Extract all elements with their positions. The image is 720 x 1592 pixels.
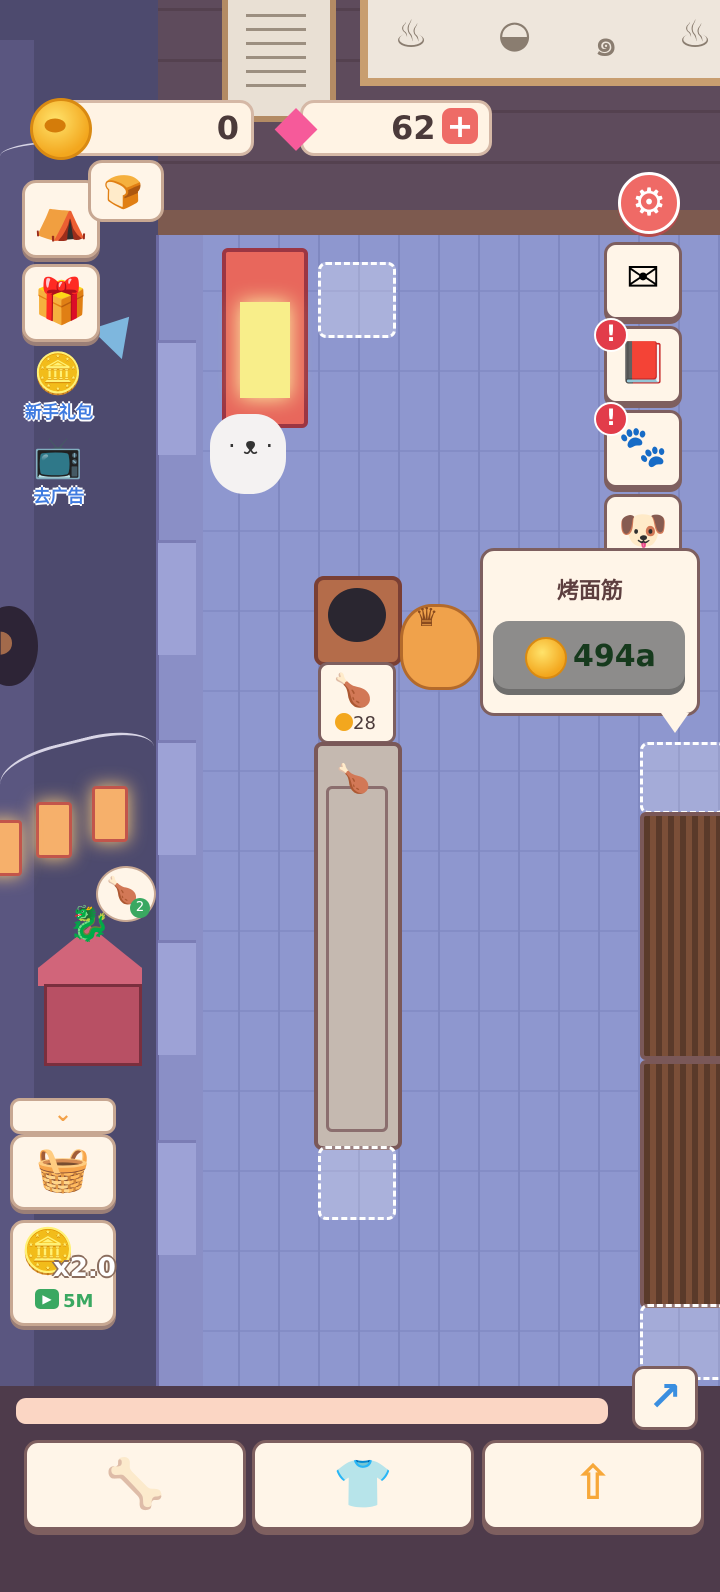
empty-build-slot[interactable]: [640, 742, 720, 814]
upgrade-button[interactable]: ⇧: [482, 1440, 704, 1530]
gift-icon: 🎁: [33, 276, 89, 327]
counter-tray: [326, 786, 388, 1132]
order-count-badge: 2: [130, 898, 150, 918]
bone-icon: 🦴: [105, 1456, 165, 1512]
dish-price-button[interactable]: 494a: [493, 621, 685, 695]
banner-steam-icon: ♨: [678, 12, 713, 56]
grill-station[interactable]: [640, 1060, 720, 1308]
coin-value: 0: [216, 109, 239, 147]
dish-name: 烤面筋: [556, 579, 623, 604]
customer-dog[interactable]: · ᴥ ·: [210, 414, 286, 494]
street-lamp: [92, 786, 128, 842]
roast-dish-icon: 🍗: [333, 671, 373, 709]
tv-icon: ▶: [35, 1289, 59, 1309]
coin-icon: [525, 637, 567, 679]
dish-count: 28: [353, 713, 376, 734]
tv-no-ads-icon[interactable]: 📺: [28, 434, 88, 481]
street-lamp: [0, 820, 22, 876]
newbie-pack-label[interactable]: 新手礼包: [14, 398, 104, 423]
dish-info-popup: 烤面筋 494a: [480, 548, 700, 733]
toast-icon: 🍞: [103, 173, 143, 211]
roast-dish-icon: 🍗: [336, 762, 371, 795]
lottery-button[interactable]: 🧺: [10, 1134, 116, 1210]
coin-icon: ⬬: [30, 98, 92, 160]
boost-duration: 5M: [63, 1291, 94, 1312]
lottery-basket-icon: 🧺: [35, 1144, 91, 1195]
lantern-post[interactable]: [222, 248, 308, 428]
shirt-icon: 👕: [333, 1456, 393, 1512]
shrine-order-bubble[interactable]: 🍗 2: [96, 866, 156, 922]
dish-price: 494a: [573, 639, 656, 674]
newbie-pack-icon[interactable]: 🪙: [28, 350, 88, 397]
stall-icon: ⛺: [33, 192, 89, 243]
lantern-light: [240, 302, 290, 398]
boost-multiplier: x2.0: [53, 1253, 116, 1283]
serving-counter[interactable]: 🍗: [314, 742, 402, 1150]
curb-block: [158, 1140, 196, 1255]
growth-button[interactable]: ↗: [632, 1366, 698, 1430]
curb-block: [158, 740, 196, 855]
envelope-icon: ✉: [626, 255, 660, 301]
banner-swirl-icon: ๑: [594, 21, 619, 65]
dog-avatar-icon: 🐶: [618, 508, 668, 554]
alert-badge: !: [594, 318, 628, 352]
shrine-body: [44, 984, 142, 1066]
outfit-button[interactable]: 👕: [252, 1440, 474, 1530]
banner-pot-icon: ♨: [394, 12, 429, 56]
pets-button[interactable]: 🦴: [24, 1440, 246, 1530]
grill-station[interactable]: [640, 812, 720, 1060]
banner-dish-icon: ◒: [498, 12, 532, 56]
empty-build-slot[interactable]: [318, 262, 396, 338]
remove-ads-label[interactable]: 去广告: [14, 482, 104, 507]
coin-icon: [335, 713, 353, 731]
mail-button[interactable]: ✉: [604, 242, 682, 320]
wall-banner: ♨ ◒ ๑ ♨: [360, 0, 720, 86]
curb-block: [158, 340, 196, 455]
curb-block: [158, 940, 196, 1055]
trend-arrow-icon: ↗: [648, 1374, 682, 1420]
street-lamp: [36, 802, 72, 858]
dish-card[interactable]: 🍗 28: [318, 662, 396, 744]
empty-build-slot[interactable]: [318, 1146, 396, 1220]
curb-block: [158, 540, 196, 655]
collapse-toggle[interactable]: ⌄: [10, 1098, 116, 1134]
income-boost-button[interactable]: 🪙 x2.0 ▶ 5M: [10, 1220, 116, 1326]
pot-interior: [328, 588, 386, 642]
gift-box-button[interactable]: 🎁: [22, 264, 100, 342]
progress-bar: [16, 1398, 608, 1424]
chef-dog[interactable]: ♛: [400, 603, 480, 690]
gear-icon: ⚙: [631, 180, 667, 224]
gem-icon: ◆: [274, 93, 318, 158]
cooking-pot-station[interactable]: [314, 576, 402, 666]
alert-badge: !: [594, 402, 628, 436]
shop-item-bubble[interactable]: 🍞: [88, 160, 164, 222]
gem-value: 62: [391, 109, 436, 147]
arrow-up-icon: ⇧: [572, 1455, 614, 1511]
settings-button[interactable]: ⚙: [618, 172, 680, 234]
add-gems-button[interactable]: +: [442, 108, 478, 144]
